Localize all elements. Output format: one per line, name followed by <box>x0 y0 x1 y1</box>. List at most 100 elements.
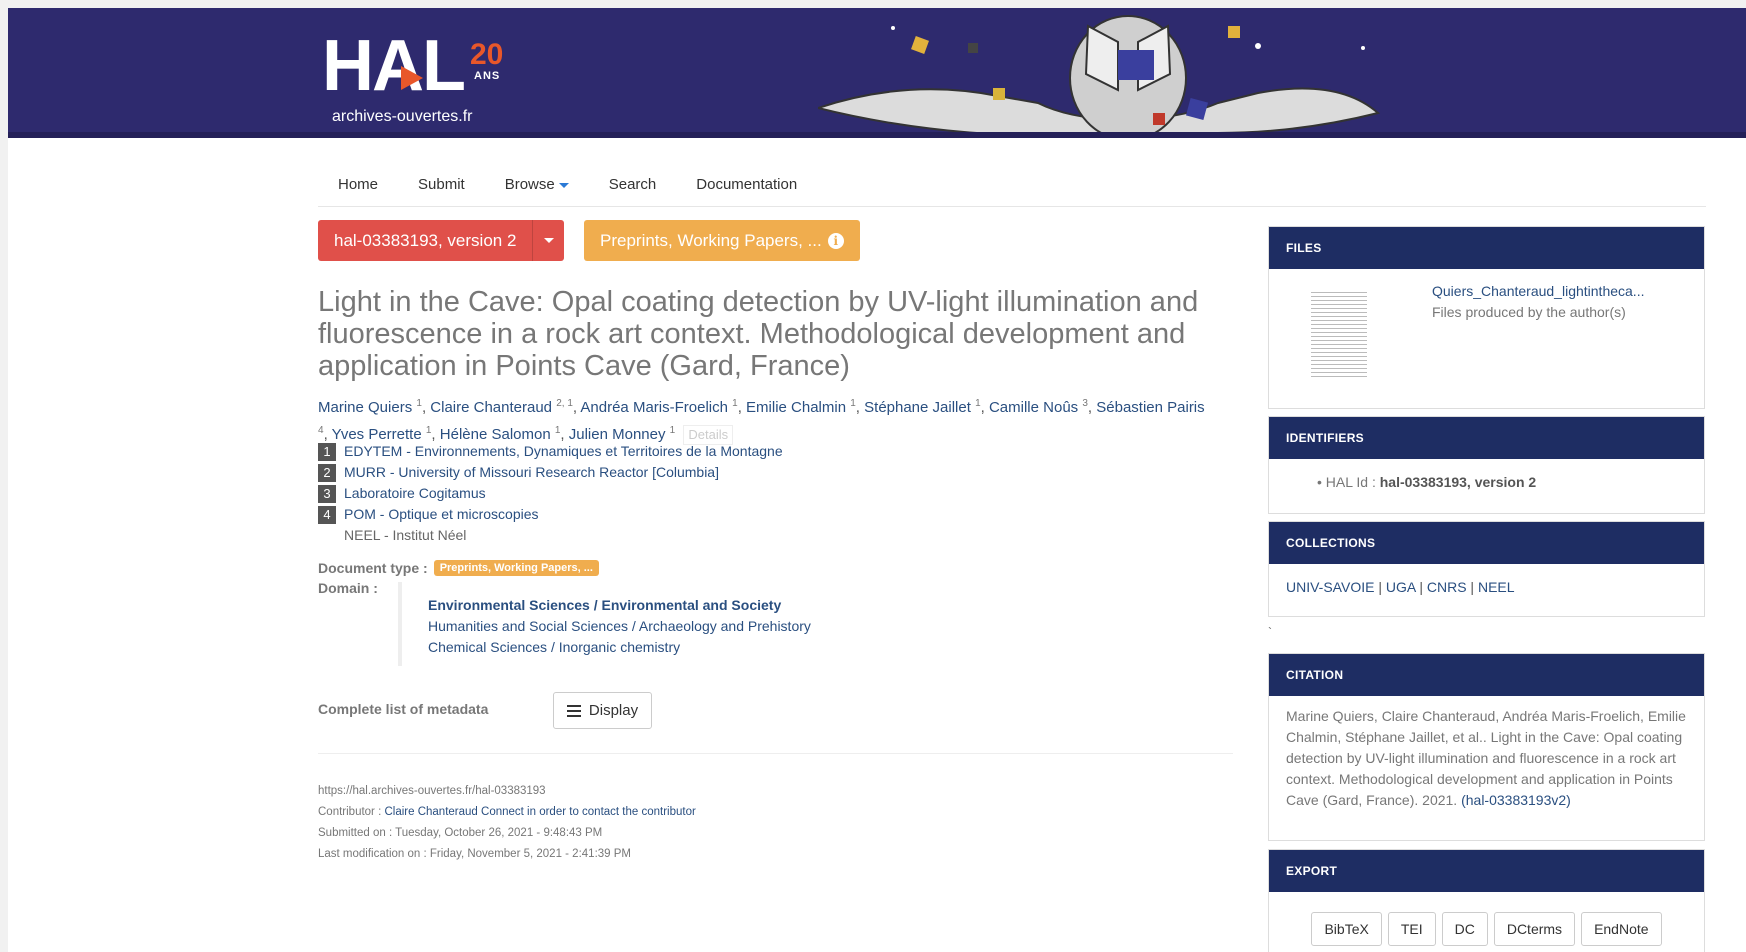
export-head: EXPORT <box>1269 850 1704 892</box>
affiliation-number: 3 <box>318 484 336 503</box>
header-banner: HAL 20 ANS archives-ouvertes.fr <box>8 8 1746 138</box>
logo-site: archives-ouvertes.fr <box>332 108 473 125</box>
domain-link[interactable]: Humanities and Social Sciences <box>428 618 628 634</box>
banner-shade <box>8 132 1746 138</box>
logo-text: HAL <box>322 26 466 106</box>
modified-date: Last modification on : Friday, November … <box>318 848 631 860</box>
files-panel: FILES Quiers_Chanteraud_lightintheca... … <box>1268 226 1705 409</box>
affiliation-link[interactable]: EDYTEM - Environnements, Dynamiques et T… <box>344 441 783 462</box>
files-head: FILES <box>1269 227 1704 269</box>
domain-link[interactable]: Archaeology and Prehistory <box>639 618 811 634</box>
export-panel: EXPORT BibTeX TEI DC DCterms EndNote <box>1268 849 1705 952</box>
domain-separator: / <box>589 597 602 613</box>
author-affiliation: 1 <box>669 425 676 436</box>
affiliation-item: 1 EDYTEM - Environnements, Dynamiques et … <box>318 441 783 462</box>
affiliation-link[interactable]: Laboratoire Cogitamus <box>344 483 486 504</box>
collection-link[interactable]: UNIV-SAVOIE <box>1286 579 1374 595</box>
nav-home[interactable]: Home <box>318 168 398 201</box>
logo-anniversary: 20 <box>470 38 504 71</box>
hal-logo[interactable]: HAL 20 ANS archives-ouvertes.fr <box>322 26 503 125</box>
affiliation-item: 4 POM - Optique et microscopies <box>318 504 783 525</box>
affiliation-link[interactable]: MURR - University of Missouri Research R… <box>344 462 719 483</box>
nav-divider <box>318 206 1706 207</box>
nav-browse[interactable]: Browse <box>485 168 589 201</box>
caret-down-icon <box>543 238 554 243</box>
domain-separator: / <box>628 618 639 634</box>
banner-illustration <box>818 15 1381 138</box>
hal-id-value: hal-03383193, version 2 <box>1379 474 1537 490</box>
contributor-name[interactable]: Claire Chanteraud <box>384 806 477 818</box>
doctype-button-label: Preprints, Working Papers, ... <box>600 230 822 250</box>
nav-search[interactable]: Search <box>589 168 677 201</box>
citation-panel: CITATION Marine Quiers, Claire Chanterau… <box>1268 653 1705 841</box>
logo-anniversary-sub: ANS <box>474 70 501 82</box>
doctype-row: Document type : Preprints, Working Paper… <box>318 560 599 576</box>
version-label: hal-03383193, version 2 <box>334 230 517 250</box>
affiliation-item: NEEL - Institut Néel <box>318 525 783 546</box>
logo-triangle-icon <box>401 66 423 90</box>
author-link[interactable]: Sébastien Pairis <box>1096 399 1204 416</box>
affiliation-number: 2 <box>318 463 336 482</box>
collections-list: UNIV-SAVOIE | UGA | CNRS | NEEL <box>1286 579 1515 595</box>
citation-link[interactable]: (hal-03383193v2) <box>1461 792 1571 808</box>
domain-separator: / <box>547 639 559 655</box>
export-dc-button[interactable]: DC <box>1441 912 1488 946</box>
record-title: Light in the Cave: Opal coating detectio… <box>318 286 1199 382</box>
record-footer: https://hal.archives-ouvertes.fr/hal-033… <box>318 781 696 865</box>
doctype-label: Document type : <box>318 560 428 576</box>
affiliation-text: NEEL - Institut Néel <box>344 527 467 543</box>
caret-down-icon <box>558 182 569 188</box>
contact-link[interactable]: Connect in order to contact the contribu… <box>481 806 696 818</box>
author-link[interactable]: Andréa Maris-Froelich <box>580 399 728 416</box>
version-button[interactable]: hal-03383193, version 2 <box>318 220 565 261</box>
affiliation-number: 1 <box>318 442 336 461</box>
stray-mark: ` <box>1268 625 1272 639</box>
file-thumbnail[interactable] <box>1307 289 1371 381</box>
export-buttons: BibTeX TEI DC DCterms EndNote <box>1269 892 1704 946</box>
author-link[interactable]: Camille Noûs <box>989 399 1078 416</box>
contributor-line: Contributor : Claire Chanteraud Connect … <box>318 802 696 823</box>
export-dcterms-button[interactable]: DCterms <box>1493 912 1576 946</box>
file-description: Files produced by the author(s) <box>1432 304 1626 320</box>
affiliation-number: 4 <box>318 505 336 524</box>
export-bibtex-button[interactable]: BibTeX <box>1311 912 1382 946</box>
doctype-button[interactable]: Preprints, Working Papers, ... i <box>584 220 860 261</box>
author-link[interactable]: Emilie Chalmin <box>746 399 846 416</box>
author-link[interactable]: Claire Chanteraud <box>430 399 552 416</box>
display-metadata-button[interactable]: Display <box>553 692 652 729</box>
domain-link[interactable]: Environmental and Society <box>602 597 782 613</box>
domain-link[interactable]: Inorganic chemistry <box>559 639 680 655</box>
doctype-badge: Preprints, Working Papers, ... <box>433 560 599 576</box>
nav-submit[interactable]: Submit <box>398 168 485 201</box>
contributor-label: Contributor : <box>318 806 385 818</box>
nav-documentation[interactable]: Documentation <box>676 168 817 201</box>
author-link[interactable]: Stéphane Jaillet <box>864 399 971 416</box>
info-icon: i <box>827 232 844 249</box>
hal-id-label: HAL Id : <box>1325 474 1380 490</box>
domain-list: Environmental Sciences / Environmental a… <box>398 582 811 666</box>
identifiers-panel: IDENTIFIERS • HAL Id : hal-03383193, ver… <box>1268 416 1705 514</box>
record-url[interactable]: https://hal.archives-ouvertes.fr/hal-033… <box>318 781 696 802</box>
file-name-link[interactable]: Quiers_Chanteraud_lightintheca... <box>1432 283 1644 299</box>
domain-item: Environmental Sciences / Environmental a… <box>428 595 811 616</box>
domain-link[interactable]: Chemical Sciences <box>428 639 547 655</box>
export-endnote-button[interactable]: EndNote <box>1581 912 1662 946</box>
submitted-date: Submitted on : Tuesday, October 26, 2021… <box>318 827 603 839</box>
export-tei-button[interactable]: TEI <box>1387 912 1436 946</box>
domain-link[interactable]: Environmental Sciences <box>428 597 590 613</box>
collection-link[interactable]: UGA <box>1386 579 1416 595</box>
collections-panel: COLLECTIONS UNIV-SAVOIE | UGA | CNRS | N… <box>1268 521 1705 617</box>
version-dropdown-toggle[interactable] <box>532 220 564 261</box>
domain-item: Humanities and Social Sciences / Archaeo… <box>428 616 811 637</box>
author-list: Marine Quiers 1, Claire Chanteraud 2, 1,… <box>318 398 1205 445</box>
collection-link[interactable]: CNRS <box>1427 579 1467 595</box>
collection-link[interactable]: NEEL <box>1478 579 1515 595</box>
identifiers-head: IDENTIFIERS <box>1269 417 1704 459</box>
author-link[interactable]: Marine Quiers <box>318 399 412 416</box>
display-label: Display <box>588 702 639 719</box>
author-affiliation: 2, 1 <box>556 398 573 409</box>
affiliation-link[interactable]: POM - Optique et microscopies <box>344 504 539 525</box>
content-divider <box>318 753 1233 754</box>
affiliation-item: 3 Laboratoire Cogitamus <box>318 483 783 504</box>
domain-label: Domain : <box>318 580 378 596</box>
